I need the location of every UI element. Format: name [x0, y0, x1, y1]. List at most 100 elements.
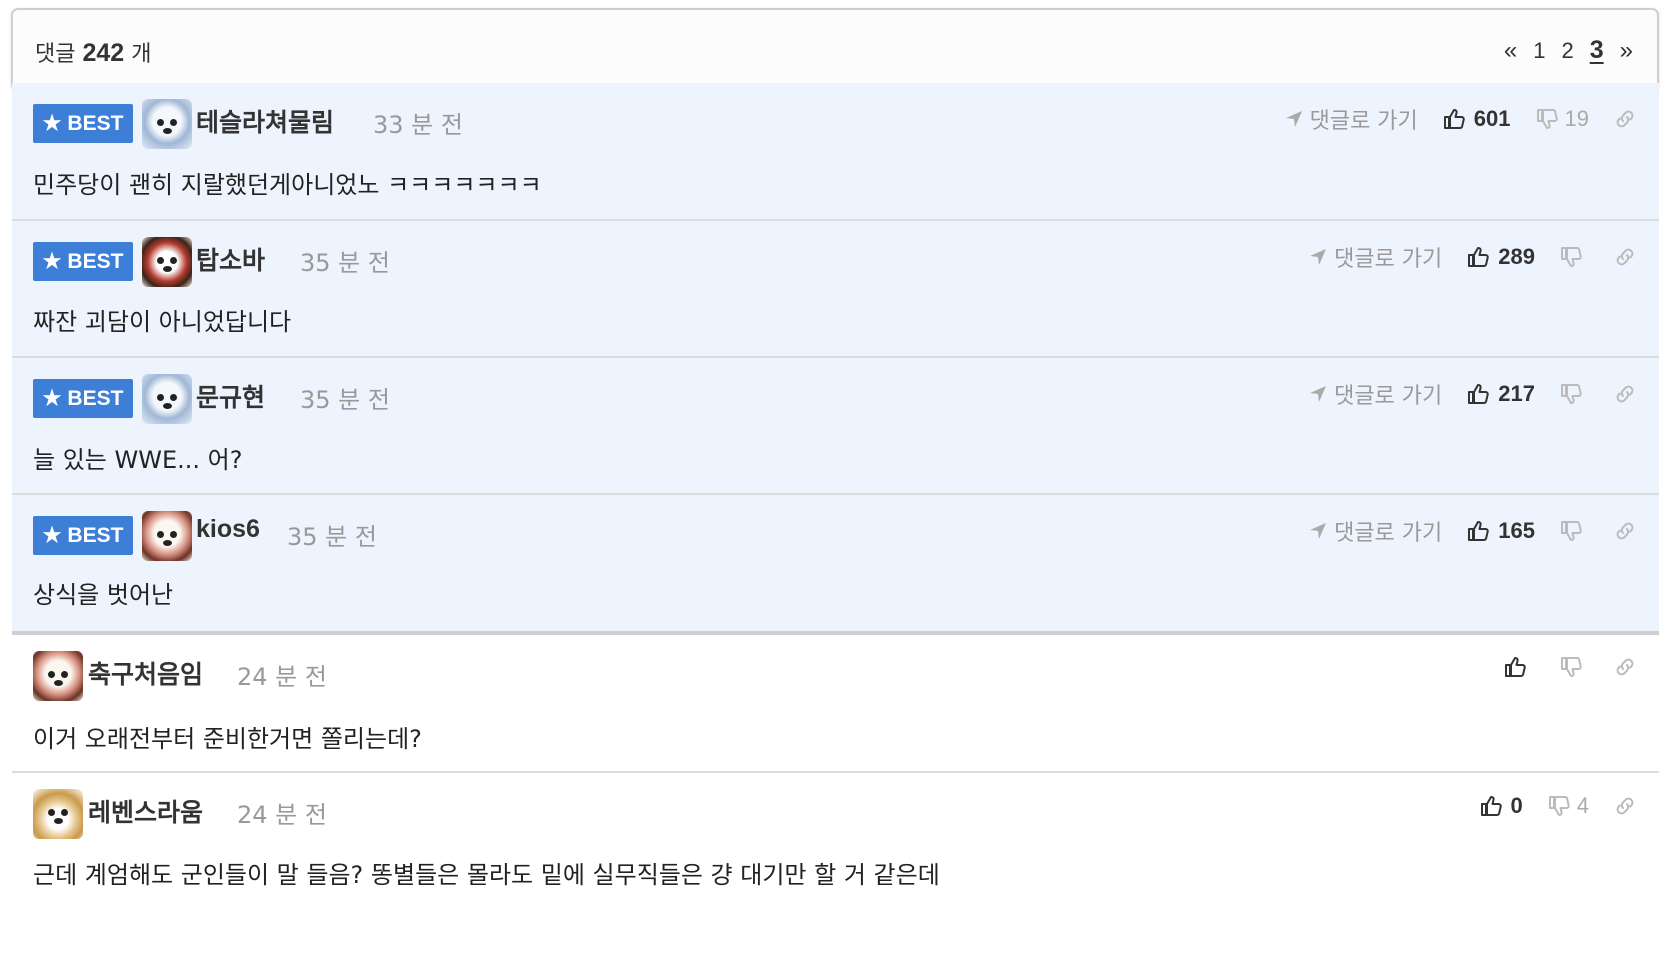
link-icon: [1616, 797, 1634, 815]
send-arrow-icon: [1285, 111, 1302, 127]
thumbs-down-icon: [1561, 521, 1582, 541]
star-icon: ★: [42, 250, 62, 273]
star-icon: ★: [42, 387, 62, 410]
goto-comment-label: 댓글로 가기: [1334, 247, 1443, 272]
comment-actions: 댓글로 가기 165: [1308, 515, 1637, 547]
comment-username[interactable]: 레벤스라움: [88, 793, 203, 829]
star-icon: ★: [42, 112, 62, 135]
best-badge-label: BEST: [67, 111, 124, 135]
comment-count-suffix: 개: [131, 42, 152, 67]
comment-text: 근데 계엄해도 군인들이 말 들음? 똥별들은 몰라도 밑에 실무직들은 걍 대…: [33, 861, 940, 889]
permalink-button[interactable]: [1613, 794, 1637, 818]
avatar[interactable]: [142, 374, 192, 424]
permalink-button[interactable]: [1613, 382, 1637, 406]
link-icon: [1616, 522, 1634, 540]
comment-username[interactable]: 탑소바: [196, 241, 265, 277]
comment-item: ★ BEST kios6 35 분 전 상식을 벗어난 댓글로 가기 165: [12, 495, 1659, 635]
like-button[interactable]: [1503, 655, 1535, 679]
permalink-button[interactable]: [1613, 107, 1637, 131]
comment-actions: 0 4: [1479, 793, 1638, 819]
comment-username[interactable]: 문규현: [196, 378, 265, 414]
pagination-page-current[interactable]: 3: [1590, 36, 1604, 65]
comment-text: 민주당이 괜히 지랄했던게아니었노 ㅋㅋㅋㅋㅋㅋㅋ: [33, 171, 542, 199]
comment-username[interactable]: kios6: [196, 515, 260, 544]
comment-text: 상식을 벗어난: [33, 581, 174, 609]
pagination: « 1 2 3 »: [1504, 36, 1633, 65]
thumbs-up-icon: [1468, 521, 1490, 541]
send-arrow-icon: [1310, 523, 1327, 539]
pagination-prev[interactable]: «: [1504, 37, 1517, 65]
comment-item: ★ BEST 테슬라쳐물림 33 분 전 민주당이 괜히 지랄했던게아니었노 ㅋ…: [12, 83, 1659, 221]
like-button[interactable]: 289: [1466, 244, 1535, 270]
like-count: 601: [1473, 106, 1511, 131]
link-icon: [1616, 385, 1634, 403]
like-button[interactable]: 217: [1466, 381, 1535, 407]
like-button[interactable]: 165: [1466, 518, 1535, 544]
goto-comment-label: 댓글로 가기: [1334, 384, 1443, 409]
star-icon: ★: [42, 524, 62, 547]
dislike-count: 19: [1564, 106, 1589, 131]
goto-comment-label: 댓글로 가기: [1334, 521, 1443, 546]
pagination-next[interactable]: »: [1620, 37, 1633, 65]
comment-count: 댓글 242 개: [35, 36, 151, 68]
permalink-button[interactable]: [1613, 245, 1637, 269]
comment-count-value: 242: [82, 39, 125, 67]
avatar[interactable]: [142, 511, 192, 561]
like-count: 0: [1510, 793, 1523, 818]
comment-actions: 댓글로 가기 217: [1308, 378, 1637, 410]
comment-username[interactable]: 축구처음임: [88, 655, 203, 691]
like-button[interactable]: 0: [1479, 793, 1523, 819]
comment-text: 짜잔 괴담이 아니었답니다: [33, 308, 292, 336]
like-button[interactable]: 601: [1442, 106, 1511, 132]
thumbs-down-icon: [1536, 109, 1558, 129]
avatar[interactable]: [33, 651, 83, 701]
comment-item: ★ BEST 탑소바 35 분 전 짜잔 괴담이 아니었답니다 댓글로 가기 2…: [12, 221, 1659, 358]
best-badge: ★ BEST: [33, 379, 133, 418]
dislike-button[interactable]: [1559, 519, 1589, 543]
comment-item: ★ BEST 문규현 35 분 전 늘 있는 WWE... 어? 댓글로 가기 …: [12, 358, 1659, 495]
comments-header: 댓글 242 개 « 1 2 3 »: [11, 8, 1659, 91]
dislike-count: 4: [1576, 793, 1589, 818]
best-badge-label: BEST: [67, 249, 124, 273]
permalink-button[interactable]: [1613, 655, 1637, 679]
best-badge-label: BEST: [67, 523, 124, 547]
goto-comment-link[interactable]: 댓글로 가기: [1284, 103, 1418, 135]
like-count: 217: [1498, 381, 1535, 406]
link-icon: [1616, 110, 1634, 128]
thumbs-up-icon: [1480, 796, 1502, 816]
goto-comment-label: 댓글로 가기: [1309, 109, 1418, 134]
permalink-button[interactable]: [1613, 519, 1637, 543]
comment-time: 24 분 전: [237, 663, 327, 691]
dislike-button[interactable]: 19: [1535, 106, 1589, 132]
dislike-button[interactable]: [1559, 245, 1589, 269]
link-icon: [1616, 248, 1634, 266]
avatar[interactable]: [142, 99, 192, 149]
dislike-button[interactable]: [1559, 655, 1589, 679]
comment-time: 35 분 전: [287, 523, 377, 551]
best-badge-label: BEST: [67, 386, 124, 410]
pagination-page-1[interactable]: 1: [1533, 38, 1545, 64]
like-count: 165: [1498, 518, 1535, 543]
send-arrow-icon: [1310, 386, 1327, 402]
thumbs-down-icon: [1548, 796, 1570, 816]
goto-comment-link[interactable]: 댓글로 가기: [1308, 241, 1442, 273]
comment-time: 24 분 전: [237, 801, 327, 829]
comment-actions: 댓글로 가기 289: [1308, 241, 1637, 273]
avatar[interactable]: [33, 789, 83, 839]
dislike-button[interactable]: 4: [1547, 793, 1589, 819]
goto-comment-link[interactable]: 댓글로 가기: [1308, 515, 1442, 547]
comment-item: 레벤스라움 24 분 전 근데 계엄해도 군인들이 말 들음? 똥별들은 몰라도…: [12, 773, 1659, 913]
avatar[interactable]: [142, 237, 192, 287]
thumbs-up-icon: [1505, 657, 1526, 677]
thumbs-down-icon: [1561, 247, 1582, 267]
comment-text: 이거 오래전부터 준비한거면 쫄리는데?: [33, 725, 422, 753]
link-icon: [1616, 658, 1634, 676]
send-arrow-icon: [1310, 249, 1327, 265]
like-count: 289: [1498, 244, 1535, 269]
comment-username[interactable]: 테슬라쳐물림: [196, 103, 334, 139]
goto-comment-link[interactable]: 댓글로 가기: [1308, 378, 1442, 410]
dislike-button[interactable]: [1559, 382, 1589, 406]
best-badge: ★ BEST: [33, 104, 133, 143]
comment-time: 35 분 전: [300, 386, 390, 414]
pagination-page-2[interactable]: 2: [1561, 38, 1573, 64]
